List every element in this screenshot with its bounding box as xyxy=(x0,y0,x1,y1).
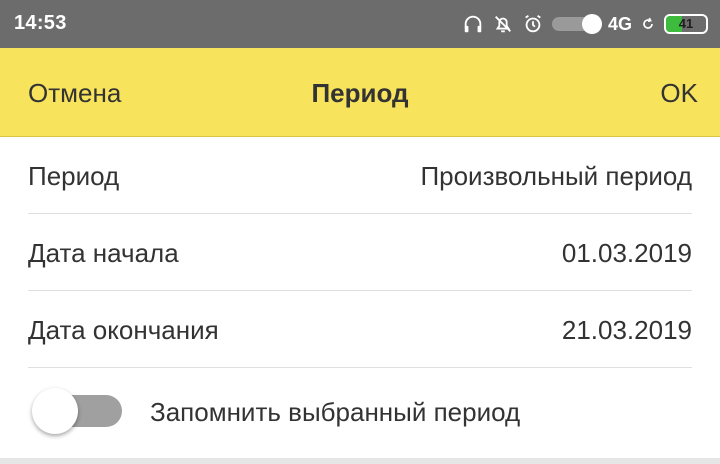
alarm-icon xyxy=(522,13,544,35)
ok-button[interactable]: OK xyxy=(660,78,698,109)
period-row[interactable]: Период Произвольный период xyxy=(28,137,692,214)
headphones-icon xyxy=(462,13,484,35)
period-value[interactable]: Произвольный период xyxy=(420,161,692,192)
remember-period-label: Запомнить выбранный период xyxy=(150,397,521,427)
end-date-value[interactable]: 21.03.2019 xyxy=(562,315,692,346)
start-date-row[interactable]: Дата начала 01.03.2019 xyxy=(28,214,692,291)
remember-period-toggle[interactable] xyxy=(32,388,122,434)
end-date-label: Дата окончания xyxy=(28,315,219,345)
start-date-value[interactable]: 01.03.2019 xyxy=(562,238,692,269)
bottom-divider xyxy=(0,458,720,464)
status-time: 14:53 xyxy=(14,12,67,34)
period-label: Период xyxy=(28,161,120,191)
remember-period-row: Запомнить выбранный период xyxy=(28,369,692,457)
page-title: Период xyxy=(311,78,409,108)
battery-icon: 41 xyxy=(664,14,708,34)
alarm-off-icon xyxy=(492,13,514,35)
start-date-label: Дата начала xyxy=(28,238,179,268)
status-bar: 14:53 4G 41 xyxy=(0,0,720,48)
toggle-thumb[interactable] xyxy=(32,388,78,434)
end-date-row[interactable]: Дата окончания 21.03.2019 xyxy=(28,291,692,368)
status-icons: 4G 41 xyxy=(462,10,708,38)
app-bar: Отмена Период OK xyxy=(0,48,720,137)
sync-icon xyxy=(640,15,656,33)
status-toggle-icon xyxy=(551,14,602,34)
period-form: Период Произвольный период Дата начала 0… xyxy=(0,137,720,458)
network-type: 4G xyxy=(607,13,632,34)
battery-level: 41 xyxy=(678,16,694,31)
